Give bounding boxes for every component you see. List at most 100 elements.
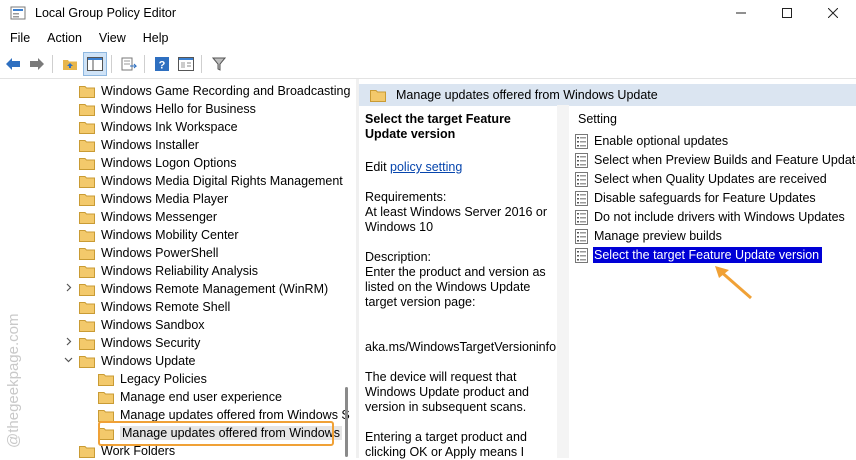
tree-item[interactable]: Windows Security (66, 334, 201, 352)
tree-item-label: Manage end user experience (120, 390, 282, 404)
tree-item[interactable]: Windows Hello for Business (79, 100, 256, 118)
setting-label: Select when Quality Updates are received (594, 172, 827, 186)
collapse-chevron-icon[interactable] (64, 355, 74, 367)
toolbar: ? (0, 50, 856, 79)
tree-item-label: Manage updates offered from Windows S (120, 408, 350, 422)
menu-help[interactable]: Help (133, 31, 176, 45)
setting-label: Disable safeguards for Feature Updates (594, 191, 816, 205)
setting-row[interactable]: Select the target Feature Update version (575, 246, 856, 264)
tree-scrollbar[interactable] (344, 79, 352, 458)
folder-icon (79, 355, 95, 368)
extended-description: Select the target Feature Update version… (365, 112, 556, 460)
menu-action[interactable]: Action (37, 31, 89, 45)
tree-item[interactable]: Windows Sandbox (79, 316, 205, 334)
menu-bar: File Action View Help (0, 28, 856, 48)
setting-title: Select the target Feature Update version (365, 112, 511, 141)
help-button[interactable]: ? (151, 53, 173, 75)
setting-row[interactable]: Manage preview builds (575, 227, 856, 245)
folder-up-icon (63, 60, 77, 70)
expand-chevron-icon[interactable] (64, 283, 74, 295)
tree-item[interactable]: Windows Remote Shell (79, 298, 230, 316)
title-bar: Local Group Policy Editor (0, 0, 856, 26)
description-text: Enter the product and version as listed … (365, 265, 546, 309)
up-folder-button[interactable] (59, 53, 81, 75)
folder-icon (79, 229, 95, 242)
tree-item[interactable]: Windows Installer (79, 136, 199, 154)
maximize-icon (782, 8, 792, 18)
folder-icon (79, 283, 95, 296)
tree-item-label: Legacy Policies (120, 372, 207, 386)
description-scrollbar[interactable] (557, 105, 569, 458)
folder-icon (79, 337, 95, 350)
menu-view[interactable]: View (89, 31, 133, 45)
tree-scrollbar-thumb[interactable] (345, 387, 348, 457)
tree-item-label: Windows Hello for Business (101, 102, 256, 116)
watermark: @thegeekpage.com (5, 314, 22, 448)
tree-item[interactable]: Windows Ink Workspace (79, 118, 238, 136)
tree-item-label: Windows Installer (101, 138, 199, 152)
setting-label: Manage preview builds (594, 229, 722, 243)
setting-row[interactable]: Do not include drivers with Windows Upda… (575, 208, 856, 226)
back-button[interactable] (2, 53, 24, 75)
expand-chevron-icon[interactable] (64, 337, 74, 349)
minimize-button[interactable] (718, 0, 764, 26)
folder-icon (98, 373, 114, 386)
tree-item[interactable]: Legacy Policies (98, 370, 207, 388)
help-icon: ? (155, 57, 169, 72)
setting-row[interactable]: Select when Quality Updates are received (575, 170, 856, 188)
tree-item[interactable]: Windows Messenger (79, 208, 217, 226)
tree-item-label: Windows Media Player (101, 192, 229, 206)
folder-icon (79, 445, 95, 458)
close-button[interactable] (810, 0, 856, 26)
tree-item-label: Windows Media Digital Rights Management (101, 174, 343, 188)
folder-icon (79, 103, 95, 116)
edit-policy-setting-link[interactable]: policy setting (390, 160, 462, 174)
show-hide-tree-button[interactable] (83, 52, 107, 76)
group-policy-app-icon (10, 6, 26, 20)
maximize-button[interactable] (764, 0, 810, 26)
console-tree[interactable]: Windows Game Recording and Broadcasting W… (0, 79, 356, 458)
tree-item[interactable]: Windows Logon Options (79, 154, 237, 172)
edit-prefix: Edit (365, 160, 391, 174)
tree-item[interactable]: Windows Reliability Analysis (79, 262, 258, 280)
console-tree-icon (87, 57, 103, 71)
folder-icon (79, 247, 95, 260)
tree-item-label: Windows Ink Workspace (101, 120, 238, 134)
properties-button[interactable] (175, 53, 197, 75)
tree-item[interactable]: Windows Media Player (79, 190, 228, 208)
menu-file[interactable]: File (0, 31, 37, 45)
tree-item[interactable]: Windows Media Digital Rights Management (79, 172, 343, 190)
folder-icon (79, 319, 95, 332)
forward-button[interactable] (26, 53, 48, 75)
tree-item-label: Windows Reliability Analysis (101, 264, 259, 278)
setting-row[interactable]: Disable safeguards for Feature Updates (575, 189, 856, 207)
watermark-text: @thegeekpage.com (5, 314, 22, 448)
back-arrow-icon (6, 58, 20, 70)
tree-item-label: Windows Game Recording and Broadcasting (101, 84, 351, 98)
folder-icon (79, 85, 95, 98)
tree-item[interactable]: Windows Remote Management (WinRM) (66, 280, 329, 298)
filter-button[interactable] (208, 53, 230, 75)
policy-setting-icon (575, 190, 588, 206)
folder-icon (370, 89, 386, 102)
tree-item-label: Windows Remote Management (WinRM) (101, 282, 329, 296)
tree-item[interactable]: Windows Mobility Center (79, 226, 239, 244)
close-icon (828, 8, 838, 18)
tree-item[interactable]: Manage end user experience (98, 388, 282, 406)
folder-icon (98, 391, 114, 404)
setting-column-header[interactable]: Setting (578, 112, 617, 126)
requirements-label: Requirements: (365, 190, 447, 204)
setting-row[interactable]: Select when Preview Builds and Feature U… (575, 151, 856, 169)
annotation-arrow (715, 266, 752, 300)
toolbar-separator (144, 55, 145, 73)
setting-row[interactable]: Enable optional updates (575, 132, 856, 150)
filter-icon (212, 57, 226, 71)
window-title: Local Group Policy Editor (35, 6, 177, 20)
toolbar-separator (111, 55, 112, 73)
description-label: Description: (365, 250, 431, 264)
tree-item[interactable]: Windows PowerShell (79, 244, 218, 262)
tree-item-label: Windows Security (101, 336, 201, 350)
tree-item[interactable]: Windows Game Recording and Broadcasting (79, 82, 350, 100)
tree-item[interactable]: Windows Update (64, 352, 196, 370)
export-list-button[interactable] (118, 53, 140, 75)
